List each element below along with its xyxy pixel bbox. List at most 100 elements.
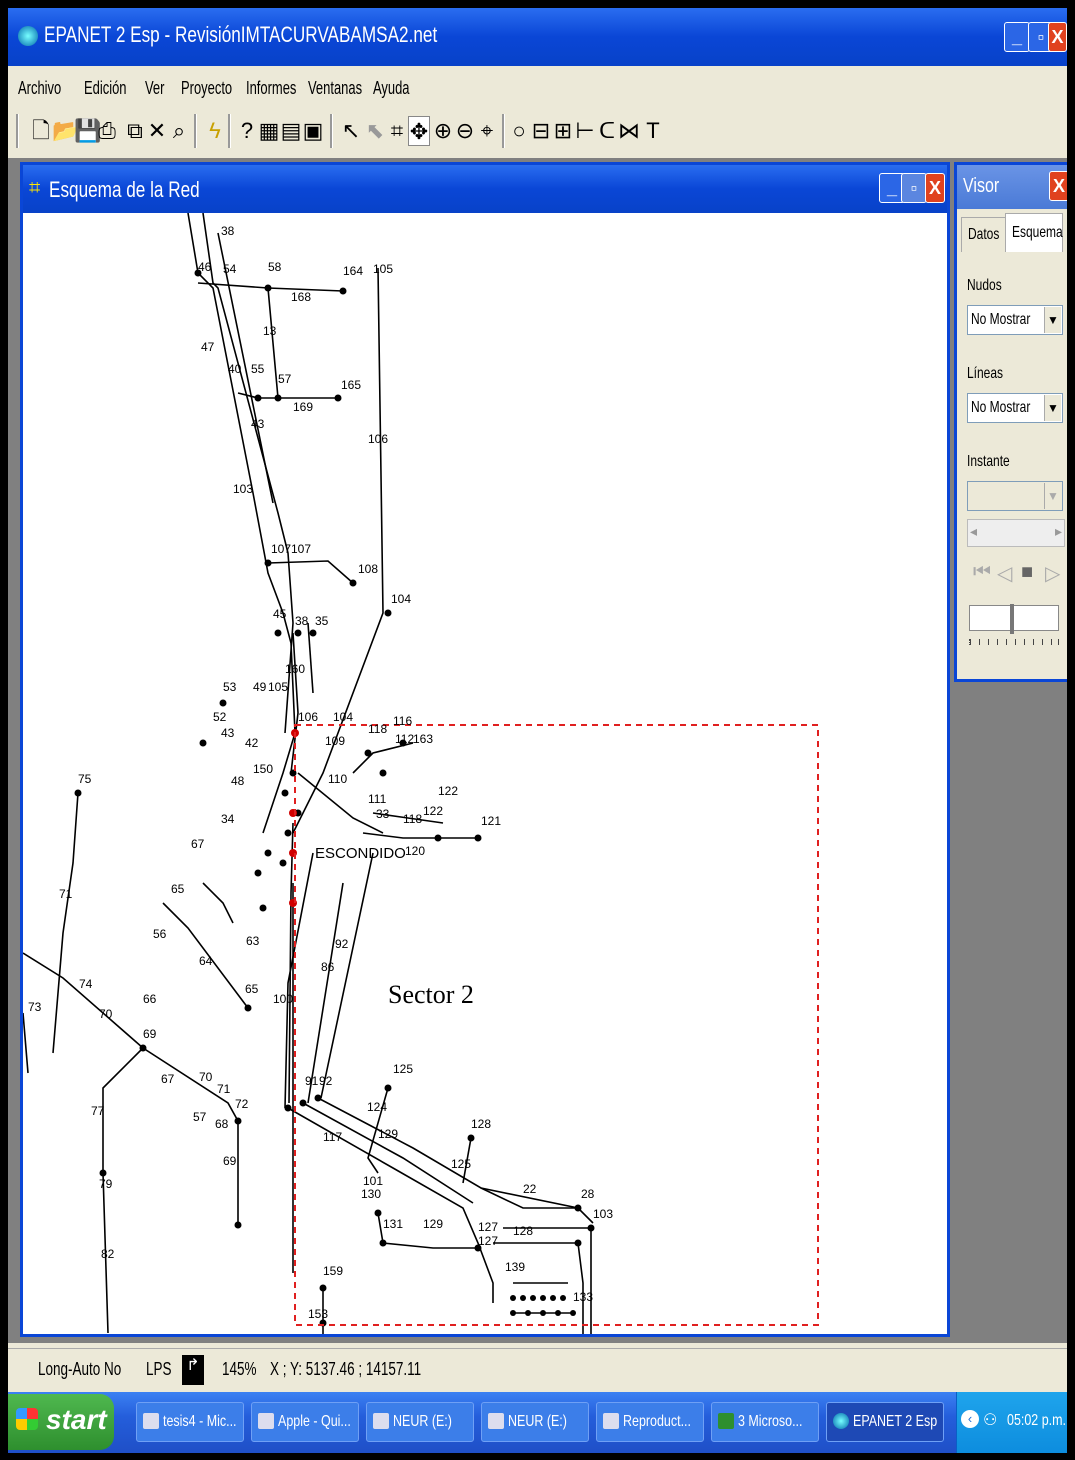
pan-icon[interactable]: ✥: [408, 116, 430, 146]
node-label: 122: [423, 804, 443, 818]
node-label: 168: [291, 290, 311, 304]
node-label: 49: [253, 680, 267, 694]
flow-units-status: LPS: [146, 1359, 172, 1379]
open-file-icon[interactable]: 📂: [52, 116, 79, 146]
menu-proyecto[interactable]: Proyecto: [181, 78, 232, 99]
graph-icon[interactable]: ▦: [258, 116, 280, 146]
menu-edicion[interactable]: Edición: [84, 78, 127, 99]
app-title: EPANET 2 Esp - RevisiónIMTACURVABAMSA2.n…: [44, 22, 438, 47]
zoom-in-icon[interactable]: ⊕: [432, 116, 454, 146]
visor-titlebar[interactable]: Visor X: [957, 165, 1067, 209]
node-label: 92: [319, 1074, 333, 1088]
map-close-button[interactable]: X: [925, 173, 945, 203]
nudos-label: Nudos: [967, 277, 1002, 294]
select-region-icon[interactable]: ⌗: [386, 116, 408, 146]
task-tesis4[interactable]: tesis4 - Mic...: [136, 1402, 244, 1442]
minimize-button[interactable]: _: [1004, 22, 1030, 52]
menu-ver[interactable]: Ver: [145, 78, 164, 99]
new-file-icon[interactable]: 🗋: [30, 116, 52, 146]
toolbar-separator: [330, 114, 333, 148]
menu-ventanas[interactable]: Ventanas: [308, 78, 362, 99]
clock[interactable]: 05:02 p.m.: [1007, 1412, 1066, 1430]
add-reservoir-icon[interactable]: ⊟: [530, 116, 552, 146]
menu-informes[interactable]: Informes: [246, 78, 296, 99]
add-label-icon[interactable]: T: [642, 116, 664, 146]
delete-icon[interactable]: ✕: [146, 116, 168, 146]
query-icon[interactable]: ?: [236, 116, 258, 146]
add-tank-icon[interactable]: ⊞: [552, 116, 574, 146]
close-button[interactable]: X: [1048, 22, 1067, 52]
node-label: 111: [368, 792, 387, 806]
task-neur-2[interactable]: NEUR (E:): [481, 1402, 589, 1442]
chevron-down-icon[interactable]: ▼: [1044, 483, 1061, 509]
node-label: 153: [308, 1307, 328, 1321]
chevron-down-icon[interactable]: ▼: [1044, 395, 1061, 421]
select-vertex-icon[interactable]: ⬉: [364, 116, 386, 146]
animation-speed-slider[interactable]: [969, 604, 1059, 634]
add-pipe-icon[interactable]: ⊢: [574, 116, 596, 146]
visor-close-button[interactable]: X: [1049, 171, 1067, 201]
tab-datos[interactable]: Datos: [961, 217, 1007, 252]
nudos-select[interactable]: No Mostrar ▼: [967, 305, 1063, 335]
full-extent-icon[interactable]: ⌖: [476, 116, 498, 146]
add-pump-icon[interactable]: ᑕ: [596, 116, 618, 146]
node-label: 107: [271, 542, 291, 556]
drive-icon: [488, 1413, 504, 1429]
node-label: 53: [223, 680, 237, 694]
node-label: 128: [471, 1117, 491, 1131]
tray-network-icon[interactable]: ⚇: [983, 1410, 997, 1430]
options-icon[interactable]: ▣: [302, 116, 324, 146]
node-label: 129: [423, 1217, 443, 1231]
node-label: 69: [223, 1154, 237, 1168]
task-neur-1[interactable]: NEUR (E:): [366, 1402, 474, 1442]
lineas-label: Líneas: [967, 365, 1004, 382]
copy-icon[interactable]: ⧉: [124, 116, 146, 146]
node-label: 66: [143, 992, 157, 1006]
animation-forward-icon[interactable]: ▷: [1045, 561, 1060, 586]
tray-expand-icon[interactable]: ‹: [961, 1410, 979, 1428]
chevron-down-icon[interactable]: ▼: [1044, 307, 1061, 333]
node-label: 92: [335, 937, 349, 951]
node-label: 70: [99, 1007, 113, 1021]
node-label: 128: [513, 1224, 533, 1238]
status-bar: Long-Auto No LPS ↱ 145% X ; Y: 5137.46 ;…: [8, 1348, 1067, 1393]
lineas-select[interactable]: No Mostrar ▼: [967, 393, 1063, 423]
zoom-out-icon[interactable]: ⊖: [454, 116, 476, 146]
network-map-canvas[interactable]: Sector 2 38 46 54 58 164 105 168 13 47 4…: [23, 213, 947, 1334]
node-label: 101: [363, 1174, 383, 1188]
table-icon[interactable]: ▤: [280, 116, 302, 146]
find-icon[interactable]: ⌕: [168, 116, 190, 146]
node-label: 42: [245, 736, 259, 750]
run-icon[interactable]: ϟ: [204, 116, 226, 146]
select-arrow-icon[interactable]: ↖: [340, 116, 362, 146]
start-button[interactable]: start: [8, 1394, 114, 1450]
animation-stop-icon[interactable]: ■: [1021, 561, 1033, 584]
add-junction-icon[interactable]: ○: [508, 116, 530, 146]
animation-rewind-icon[interactable]: ⏮: [973, 561, 991, 584]
node-label: 57: [193, 1110, 207, 1124]
instante-scrollbar[interactable]: ◂ ▸: [967, 519, 1065, 547]
menu-archivo[interactable]: Archivo: [18, 78, 61, 99]
instante-select[interactable]: ▼: [967, 481, 1063, 511]
menu-ayuda[interactable]: Ayuda: [373, 78, 410, 99]
task-epanet[interactable]: EPANET 2 Esp: [826, 1402, 944, 1442]
map-maximize-button[interactable]: ▫: [901, 173, 927, 203]
node-label: 77: [91, 1104, 105, 1118]
node-label: 159: [323, 1264, 343, 1278]
app-titlebar[interactable]: EPANET 2 Esp - RevisiónIMTACURVABAMSA2.n…: [8, 8, 1067, 66]
tab-esquema[interactable]: Esquema: [1005, 213, 1063, 252]
scroll-left-icon[interactable]: ◂: [970, 523, 977, 540]
network-map-titlebar[interactable]: ⌗ Esquema de la Red _ ▫ X: [23, 165, 947, 213]
slider-thumb[interactable]: [1010, 604, 1014, 634]
scroll-right-icon[interactable]: ▸: [1055, 523, 1062, 540]
task-reproductor[interactable]: Reproduct...: [596, 1402, 704, 1442]
task-microsoft[interactable]: 3 Microso...: [711, 1402, 819, 1442]
add-valve-icon[interactable]: ⋈: [618, 116, 640, 146]
node-label: 160: [285, 662, 305, 676]
print-icon[interactable]: ⎙: [96, 116, 118, 146]
save-icon[interactable]: 💾: [74, 116, 101, 146]
node-label: 63: [246, 934, 260, 948]
task-apple[interactable]: Apple - Qui...: [251, 1402, 359, 1442]
node-label: 165: [341, 378, 361, 392]
animation-back-icon[interactable]: ◁: [997, 561, 1012, 586]
